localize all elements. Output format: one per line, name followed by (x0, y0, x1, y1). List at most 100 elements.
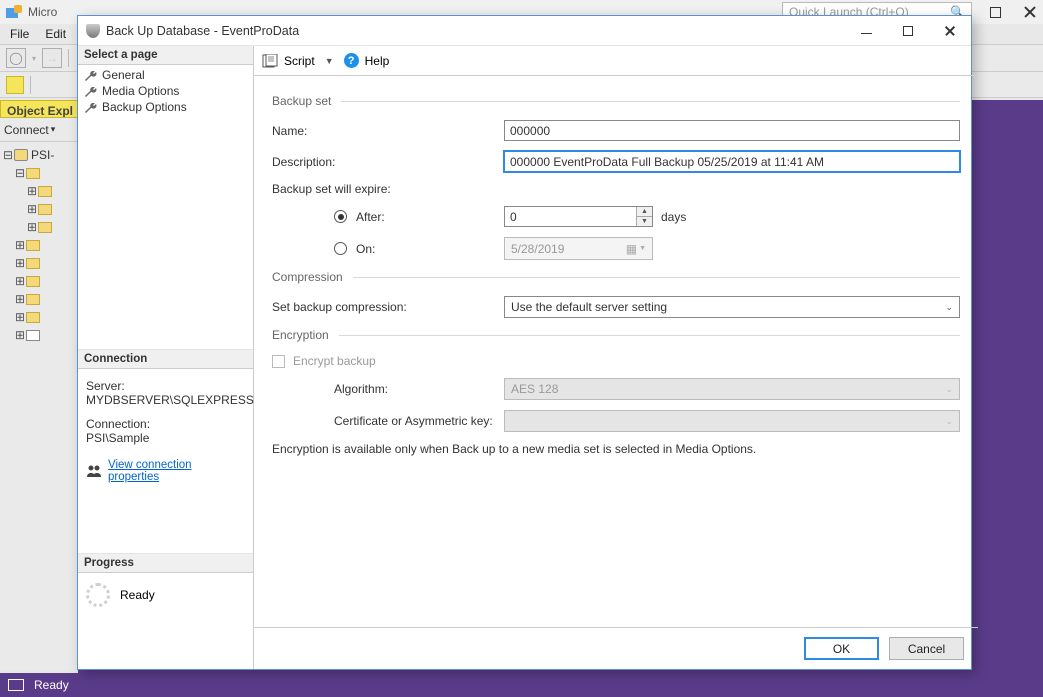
tree-node[interactable]: ⊞ (2, 218, 75, 236)
right-pane: Script ▼ ? Help Backup set Name: Descrip… (254, 46, 978, 669)
encryption-note: Encryption is available only when Back u… (272, 442, 960, 456)
cancel-button[interactable]: Cancel (889, 637, 964, 660)
after-days-input[interactable] (504, 206, 653, 227)
compression-label: Set backup compression: (272, 300, 504, 314)
ok-button[interactable]: OK (804, 637, 879, 660)
connection-header: Connection (78, 350, 253, 369)
connection-value: PSI\Sample (86, 431, 245, 445)
server-value: MYDBSERVER\SQLEXPRESS (86, 393, 245, 407)
right-toolbar: Script ▼ ? Help (254, 46, 978, 76)
help-label: Help (365, 54, 390, 68)
tree-node[interactable]: ⊞ (2, 308, 75, 326)
group-backup-set: Backup set (272, 94, 331, 108)
calendar-icon: ▦ (626, 242, 637, 256)
left-pane: Select a page General Media Options Back… (78, 46, 254, 669)
on-radio-container[interactable]: On: (272, 242, 504, 256)
progress-block: Ready (78, 573, 253, 613)
dock-icon[interactable] (6, 76, 24, 94)
page-general[interactable]: General (78, 67, 253, 83)
description-input[interactable] (504, 151, 960, 172)
description-label: Description: (272, 155, 504, 169)
status-text: Ready (34, 678, 69, 692)
tree-node[interactable]: ⊟ (2, 164, 75, 182)
days-spinner[interactable]: ▲▼ (636, 207, 652, 226)
algorithm-label: Algorithm: (272, 382, 504, 396)
script-button[interactable]: Script ▼ (262, 54, 334, 68)
dialog-titlebar[interactable]: Back Up Database - EventProData (78, 16, 971, 46)
menu-file[interactable]: File (10, 27, 29, 41)
tree-node[interactable]: ⊞ (2, 254, 75, 272)
dialog-minimize-button[interactable] (853, 20, 879, 42)
connection-block: Server: MYDBSERVER\SQLEXPRESS Connection… (78, 369, 253, 554)
bg-window-buttons (990, 5, 1037, 19)
nav-back-icon[interactable]: ◯ (6, 48, 26, 68)
wrench-icon (84, 69, 98, 81)
cert-select: ⌄ (504, 410, 960, 432)
tree-node[interactable]: ⊞ (2, 272, 75, 290)
object-explorer-panel: Object Expl Connect▾ ⊟PSI- ⊟ ⊞ ⊞ ⊞ ⊞ ⊞ ⊞… (0, 100, 78, 670)
name-input[interactable] (504, 120, 960, 141)
chevron-down-icon: ▼ (639, 245, 646, 252)
tree-node[interactable]: ⊞ (2, 290, 75, 308)
chevron-down-icon: ⌄ (945, 384, 953, 395)
progress-spinner-icon (86, 583, 110, 607)
encrypt-label: Encrypt backup (293, 354, 376, 368)
on-label: On: (356, 242, 375, 256)
spin-up-icon[interactable]: ▲ (637, 207, 652, 217)
bg-maximize-button[interactable] (990, 7, 1001, 18)
encrypt-checkbox (272, 355, 285, 368)
connection-label: Connection: (86, 417, 245, 431)
select-page-header: Select a page (78, 46, 253, 65)
group-encryption: Encryption (272, 328, 329, 342)
bg-statusbar: Ready (0, 673, 1043, 697)
tree-root[interactable]: ⊟PSI- (2, 146, 75, 164)
wrench-icon (84, 101, 98, 113)
script-label: Script (284, 54, 315, 68)
view-connection-properties-link[interactable]: View connection properties (108, 459, 245, 483)
dialog-title: Back Up Database - EventProData (106, 24, 299, 38)
after-radio[interactable] (334, 210, 347, 223)
after-radio-container[interactable]: After: (272, 210, 504, 224)
on-date-value: 5/28/2019 (511, 242, 564, 256)
help-button[interactable]: ? Help (344, 53, 390, 68)
on-date-input: 5/28/2019 ▦▼ (504, 237, 653, 260)
chevron-down-icon: ⌄ (945, 416, 953, 427)
expire-label: Backup set will expire: (272, 182, 504, 196)
menu-edit[interactable]: Edit (45, 27, 66, 41)
app-icon (6, 5, 22, 19)
tree-node[interactable]: ⊞ (2, 236, 75, 254)
page-backup-label: Backup Options (102, 100, 187, 114)
progress-status: Ready (120, 588, 155, 602)
on-radio[interactable] (334, 242, 347, 255)
compression-value: Use the default server setting (511, 300, 667, 314)
page-general-label: General (102, 68, 145, 82)
algorithm-select: AES 128 ⌄ (504, 378, 960, 400)
page-backup-options[interactable]: Backup Options (78, 99, 253, 115)
dialog-maximize-button[interactable] (895, 20, 921, 42)
name-label: Name: (272, 124, 504, 138)
tree: ⊟PSI- ⊟ ⊞ ⊞ ⊞ ⊞ ⊞ ⊞ ⊞ ⊞ ⊞ (0, 142, 77, 348)
connect-label: Connect (4, 123, 49, 137)
page-media-label: Media Options (102, 84, 179, 98)
backup-database-dialog: Back Up Database - EventProData Select a… (77, 15, 972, 670)
tree-node[interactable]: ⊞ (2, 200, 75, 218)
progress-header: Progress (78, 554, 253, 573)
connect-dropdown[interactable]: Connect▾ (0, 118, 77, 142)
chevron-down-icon: ⌄ (945, 302, 953, 313)
tree-node[interactable]: ⊞ (2, 326, 75, 344)
group-compression: Compression (272, 270, 343, 284)
spin-down-icon[interactable]: ▼ (637, 217, 652, 226)
dialog-close-button[interactable] (937, 20, 963, 42)
tree-node[interactable]: ⊞ (2, 182, 75, 200)
bg-close-button[interactable] (1023, 5, 1037, 19)
cert-label: Certificate or Asymmetric key: (272, 414, 504, 428)
people-icon (86, 464, 102, 478)
compression-select[interactable]: Use the default server setting ⌄ (504, 296, 960, 318)
page-media-options[interactable]: Media Options (78, 83, 253, 99)
days-unit: days (661, 210, 686, 224)
nav-forward-icon[interactable]: → (42, 48, 62, 68)
tree-root-label: PSI- (31, 148, 54, 162)
help-icon: ? (344, 53, 359, 68)
form-area: Backup set Name: Description: Backup set… (254, 76, 978, 627)
server-label: Server: (86, 379, 245, 393)
